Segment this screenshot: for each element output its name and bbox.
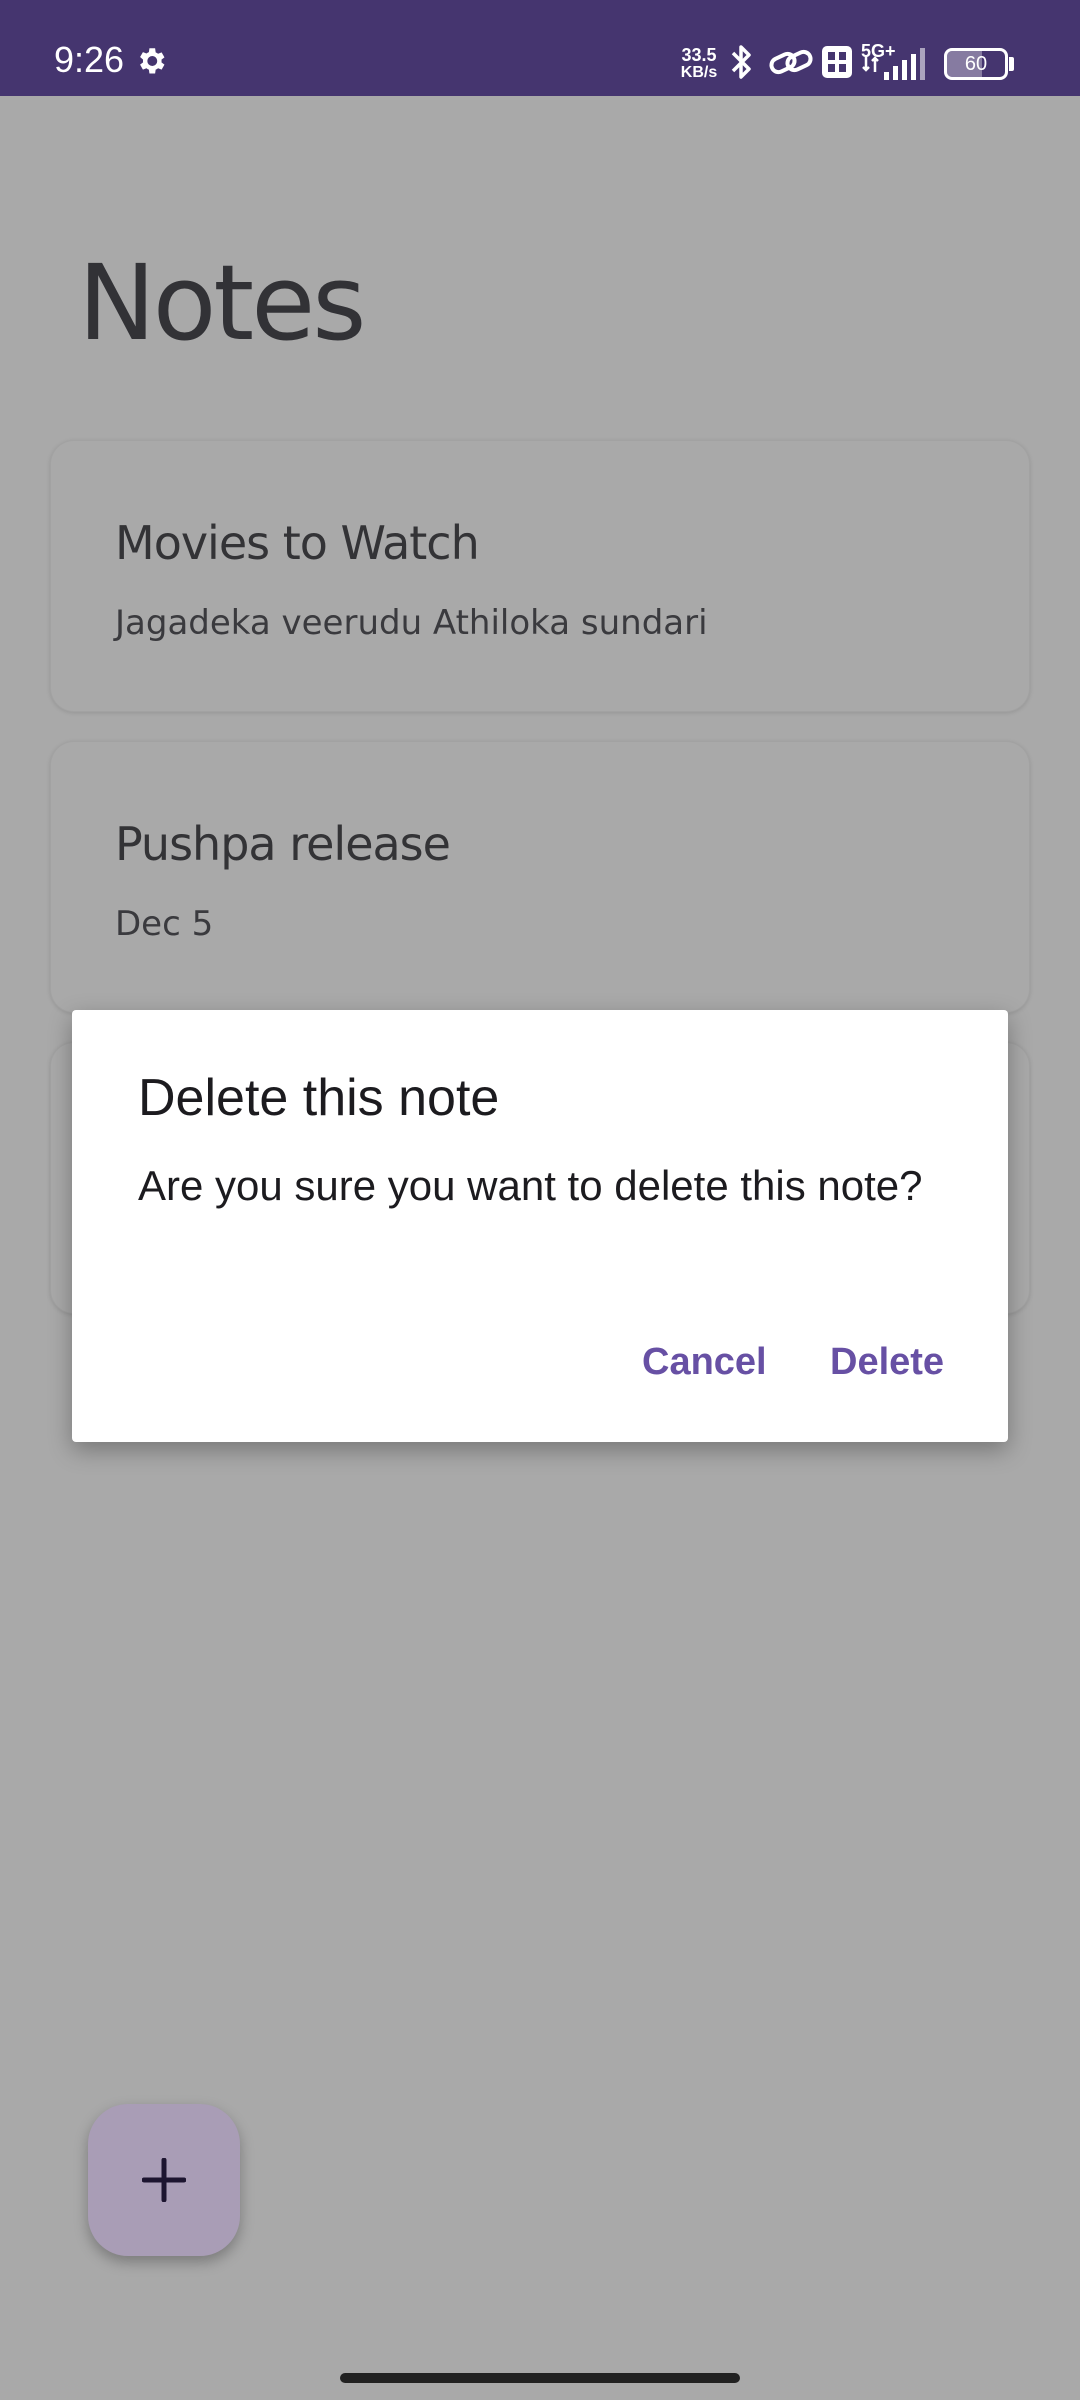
dialog-title: Delete this note — [138, 1069, 500, 1127]
note-title: Movies to Watch — [115, 516, 480, 570]
delete-button[interactable]: Delete — [814, 1326, 960, 1398]
dialog-message: Are you sure you want to delete this not… — [138, 1162, 923, 1209]
status-time: 9:26 — [54, 39, 125, 80]
vonr-icon — [822, 46, 852, 78]
battery-level: 60 — [964, 53, 988, 75]
signal-icon — [862, 48, 925, 80]
network-speed-value: 33.5 — [681, 45, 717, 65]
network-speed: 33.5 KB/s — [676, 46, 722, 82]
bluetooth-icon — [731, 45, 751, 79]
note-title: Pushpa release — [115, 817, 451, 871]
gear-icon — [140, 48, 165, 74]
status-bar: 9:26 33.5 KB/s 5G+ 60 — [0, 0, 1080, 96]
link-icon — [769, 49, 813, 75]
add-note-button[interactable] — [88, 2104, 240, 2256]
delete-note-dialog: Delete this note Are you sure you want t… — [72, 1010, 1008, 1442]
home-indicator[interactable] — [340, 2373, 740, 2383]
note-card[interactable]: Movies to Watch Jagadeka veerudu Athilok… — [50, 440, 1030, 712]
note-body: Dec 5 — [115, 904, 214, 944]
plus-icon — [142, 2158, 186, 2202]
cancel-button[interactable]: Cancel — [626, 1326, 783, 1398]
note-card[interactable]: Pushpa release Dec 5 — [50, 741, 1030, 1013]
battery-cap — [1009, 57, 1014, 71]
note-body: Jagadeka veerudu Athiloka sundari — [115, 603, 708, 643]
battery-icon: 60 — [944, 48, 1008, 80]
network-speed-unit: KB/s — [680, 64, 718, 81]
page-title: Notes — [78, 242, 366, 364]
